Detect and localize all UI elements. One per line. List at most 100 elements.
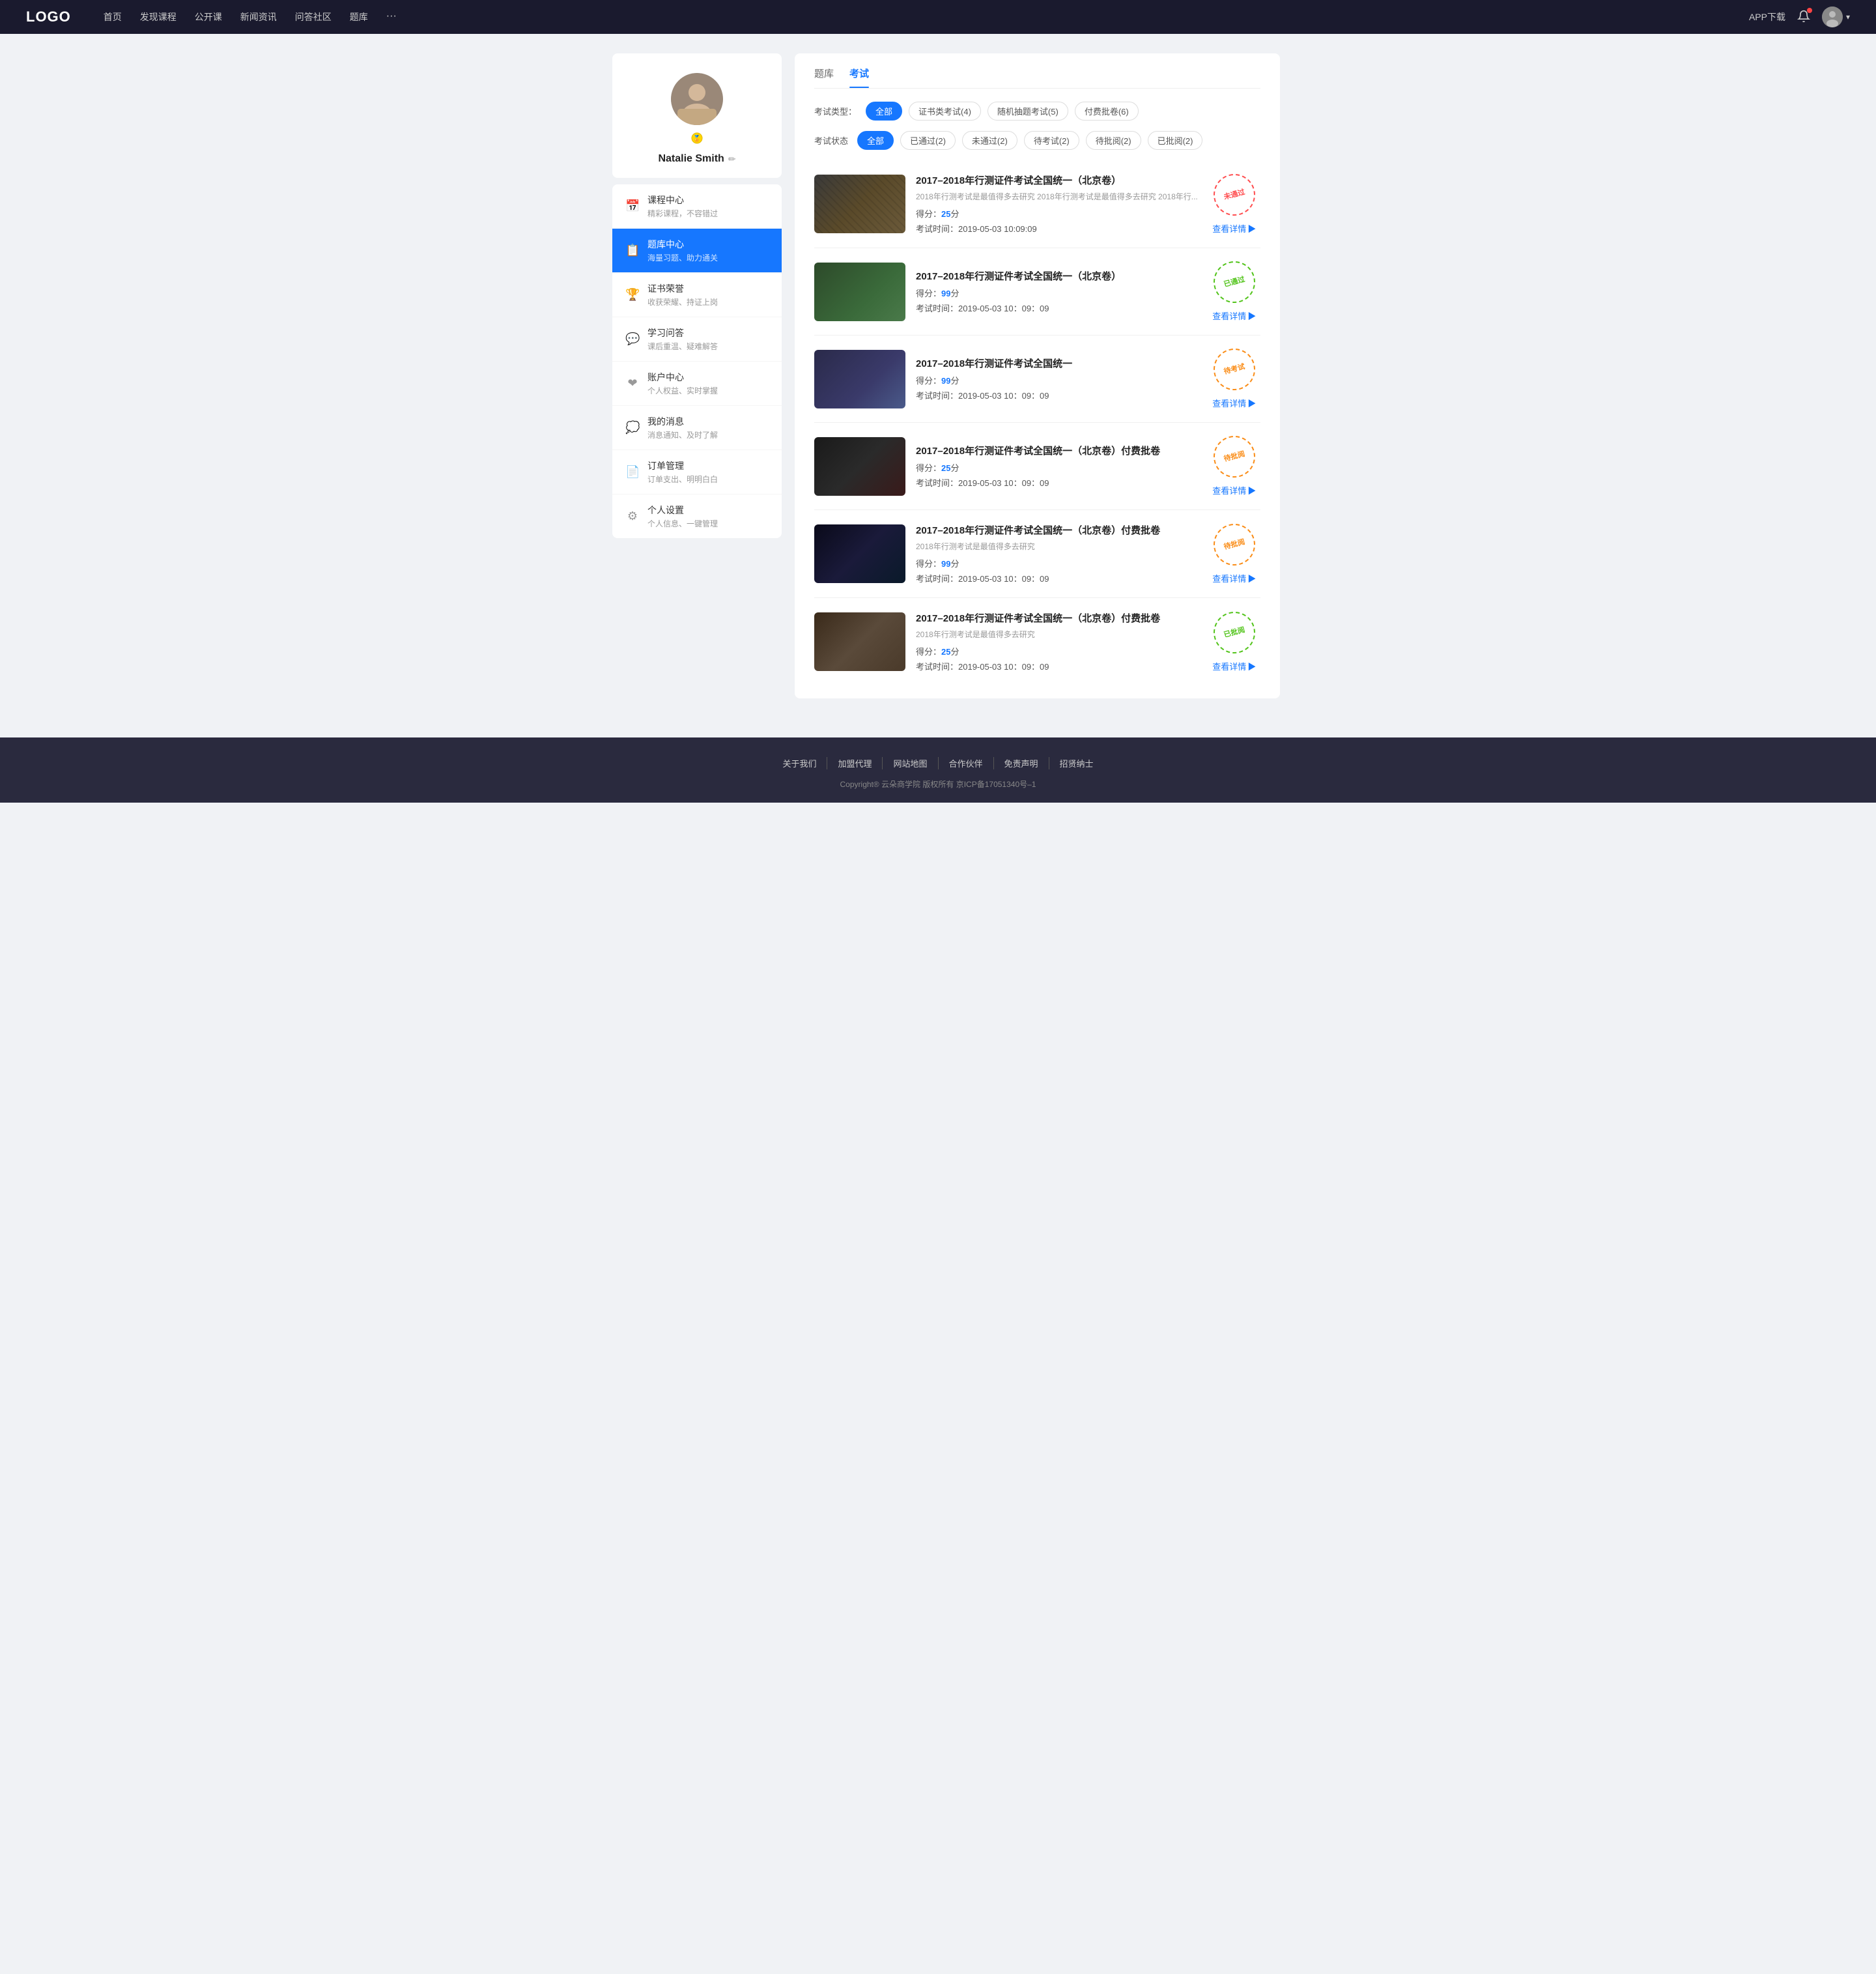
time-label-1: 考试时间： (916, 224, 958, 234)
filter-status-failed[interactable]: 未通过(2) (962, 131, 1017, 150)
filter-type-random[interactable]: 随机抽题考试(5) (988, 102, 1068, 121)
nav-qa[interactable]: 问答社区 (295, 10, 332, 23)
exam-score-6: 得分：25分 (916, 645, 1198, 657)
account-texts: 账户中心 个人权益、实时掌握 (647, 371, 718, 396)
exam-type-filter-row: 考试类型： 全部 证书类考试(4) 随机抽题考试(5) 付费批卷(6) (814, 102, 1260, 121)
footer-link-jobs[interactable]: 招贤纳士 (1049, 757, 1104, 769)
settings-title: 个人设置 (647, 504, 718, 517)
tab-exam[interactable]: 考试 (849, 66, 869, 88)
filter-status-passed[interactable]: 已通过(2) (900, 131, 956, 150)
messages-texts: 我的消息 消息通知、及时了解 (647, 415, 718, 440)
score-unit-1: 分 (950, 209, 959, 219)
footer: 关于我们 加盟代理 网站地图 合作伙伴 免责声明 招贤纳士 Copyright®… (0, 737, 1876, 803)
view-detail-1[interactable]: 查看详情 ▶ (1212, 222, 1256, 235)
sidebar-item-qa[interactable]: 💬 学习问答 课后重温、疑难解答 (612, 317, 782, 362)
messages-sub: 消息通知、及时了解 (647, 429, 718, 440)
certificate-title: 证书荣誉 (647, 282, 718, 295)
filter-type-paid[interactable]: 付费批卷(6) (1075, 102, 1139, 121)
exam-status-wrap-5: 待批阅 查看详情 ▶ (1208, 524, 1260, 584)
view-detail-6[interactable]: 查看详情 ▶ (1212, 660, 1256, 672)
view-detail-5[interactable]: 查看详情 ▶ (1212, 572, 1256, 584)
avatar (1822, 7, 1843, 27)
footer-link-partner[interactable]: 合作伙伴 (939, 757, 994, 769)
score-value-5: 99 (941, 559, 950, 569)
exam-stamp-1: 未通过 (1209, 169, 1260, 220)
nav-links: 首页 发现课程 公开课 新闻资讯 问答社区 题库 ··· (104, 10, 1749, 23)
sidebar-item-certificate[interactable]: 🏆 证书荣誉 收获荣耀、持证上岗 (612, 273, 782, 317)
achievement-badge: 🏅 (689, 130, 705, 148)
notification-dot (1807, 8, 1812, 13)
course-sub: 精彩课程，不容错过 (647, 208, 718, 219)
settings-texts: 个人设置 个人信息、一键管理 (647, 504, 718, 529)
filter-type-certificate[interactable]: 证书类考试(4) (909, 102, 981, 121)
sidebar-item-orders[interactable]: 📄 订单管理 订单支出、明明白白 (612, 450, 782, 494)
exam-status-wrap-3: 待考试 查看详情 ▶ (1208, 349, 1260, 409)
arrow-right-icon: ▶ (1247, 222, 1256, 235)
footer-link-agent[interactable]: 加盟代理 (827, 757, 883, 769)
qa-texts: 学习问答 课后重温、疑难解答 (647, 326, 718, 352)
notification-bell[interactable] (1797, 10, 1810, 25)
tab-question-bank[interactable]: 题库 (814, 66, 834, 88)
nav-news[interactable]: 新闻资讯 (240, 10, 277, 23)
edit-profile-icon[interactable]: ✏ (728, 154, 736, 165)
exam-list: 2017–2018年行测证件考试全国统一（北京卷） 2018年行测考试是最值得多… (814, 160, 1260, 685)
exam-status-wrap-4: 待批阅 查看详情 ▶ (1208, 436, 1260, 496)
user-avatar-menu[interactable]: ▾ (1822, 7, 1850, 27)
orders-title: 订单管理 (647, 459, 718, 472)
footer-copyright: Copyright® 云朵商学院 版权所有 京ICP备17051340号–1 (0, 779, 1876, 790)
nav-question-bank[interactable]: 题库 (350, 10, 368, 23)
messages-title: 我的消息 (647, 415, 718, 428)
app-download-button[interactable]: APP下载 (1749, 10, 1785, 23)
footer-link-disclaimer[interactable]: 免责声明 (994, 757, 1049, 769)
main-content: 🏅 Natalie Smith ✏ 📅 课程中心 精彩课程，不容错过 📋 题库中… (612, 34, 1264, 737)
sidebar-item-settings[interactable]: ⚙ 个人设置 个人信息、一键管理 (612, 494, 782, 538)
nav-courses[interactable]: 发现课程 (140, 10, 177, 23)
filter-status-reviewed[interactable]: 已批阅(2) (1148, 131, 1203, 150)
footer-links: 关于我们 加盟代理 网站地图 合作伙伴 免责声明 招贤纳士 (0, 757, 1876, 769)
exam-time-4: 考试时间：2019-05-03 10：09：09 (916, 476, 1198, 489)
arrow-right-icon: ▶ (1247, 572, 1256, 584)
score-unit-4: 分 (950, 463, 959, 473)
footer-link-sitemap[interactable]: 网站地图 (883, 757, 938, 769)
view-detail-2[interactable]: 查看详情 ▶ (1212, 309, 1256, 322)
exam-status-wrap-2: 已通过 查看详情 ▶ (1208, 261, 1260, 322)
nav-home[interactable]: 首页 (104, 10, 122, 23)
filter-status-pending[interactable]: 待考试(2) (1024, 131, 1079, 150)
score-value-2: 99 (941, 289, 950, 298)
exam-time-3: 考试时间：2019-05-03 10：09：09 (916, 389, 1198, 401)
sidebar-item-messages[interactable]: 💭 我的消息 消息通知、及时了解 (612, 406, 782, 450)
sidebar-item-question-bank[interactable]: 📋 题库中心 海量习题、助力通关 (612, 229, 782, 273)
filter-status-reviewing[interactable]: 待批阅(2) (1086, 131, 1141, 150)
exam-stamp-6: 已批阅 (1209, 607, 1260, 657)
score-unit-2: 分 (950, 289, 959, 298)
view-detail-4[interactable]: 查看详情 ▶ (1212, 484, 1256, 496)
time-value-6: 2019-05-03 10：09：09 (958, 662, 1049, 672)
exam-type-label: 考试类型： (814, 105, 857, 117)
footer-link-about[interactable]: 关于我们 (772, 757, 827, 769)
time-value-5: 2019-05-03 10：09：09 (958, 574, 1049, 584)
nav-open-course[interactable]: 公开课 (195, 10, 222, 23)
time-value-4: 2019-05-03 10：09：09 (958, 478, 1049, 488)
filter-type-all[interactable]: 全部 (866, 102, 902, 121)
score-label-6: 得分： (916, 647, 941, 657)
sidebar-item-account[interactable]: ❤ 账户中心 个人权益、实时掌握 (612, 362, 782, 406)
exam-time-5: 考试时间：2019-05-03 10：09：09 (916, 572, 1198, 584)
exam-stamp-3: 待考试 (1209, 344, 1260, 395)
filter-status-all[interactable]: 全部 (857, 131, 894, 150)
score-label-3: 得分： (916, 376, 941, 386)
table-row: 2017–2018年行测证件考试全国统一（北京卷） 得分：99分 考试时间：20… (814, 248, 1260, 336)
view-detail-3[interactable]: 查看详情 ▶ (1212, 397, 1256, 409)
exam-title-3: 2017–2018年行测证件考试全国统一 (916, 356, 1198, 370)
exam-desc-1: 2018年行测考试是最值得多去研究 2018年行测考试是最值得多去研究 2018… (916, 191, 1198, 202)
exam-status-wrap-6: 已批阅 查看详情 ▶ (1208, 612, 1260, 672)
nav-more-icon[interactable]: ··· (386, 10, 397, 23)
medal-icon: 🏅 (689, 130, 705, 146)
exam-title-4: 2017–2018年行测证件考试全国统一（北京卷）付费批卷 (916, 444, 1198, 457)
settings-sub: 个人信息、一键管理 (647, 518, 718, 529)
logo[interactable]: LOGO (26, 8, 71, 25)
exam-desc-5: 2018年行测考试是最值得多去研究 (916, 541, 1198, 552)
time-value-2: 2019-05-03 10：09：09 (958, 304, 1049, 313)
sidebar-item-course[interactable]: 📅 课程中心 精彩课程，不容错过 (612, 184, 782, 229)
exam-title-2: 2017–2018年行测证件考试全国统一（北京卷） (916, 269, 1198, 283)
profile-avatar (671, 73, 723, 125)
